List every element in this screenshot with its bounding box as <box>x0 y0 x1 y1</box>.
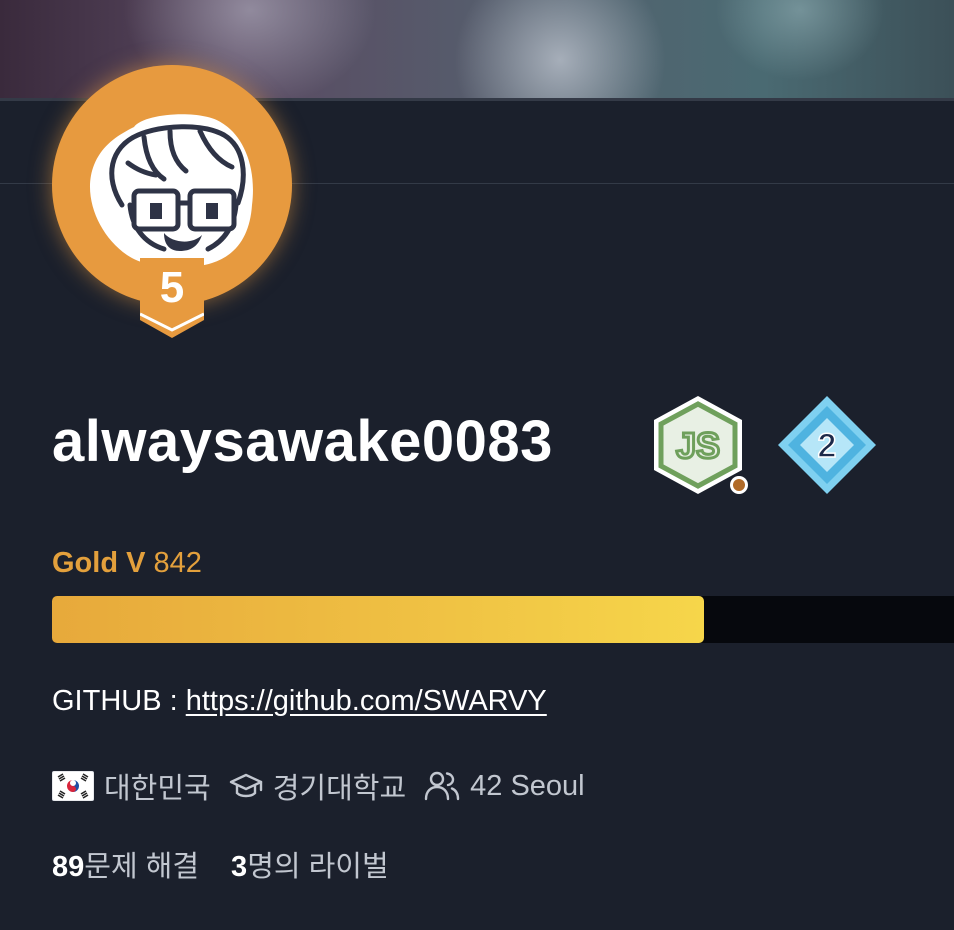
bio-line: GITHUB : https://github.com/SWARVY <box>52 682 547 720</box>
users-group-icon <box>424 771 460 801</box>
class-badge-icon[interactable]: 2 <box>776 394 878 496</box>
rating-value: 842 <box>153 547 202 579</box>
organization-label: 42 Seoul <box>470 769 585 802</box>
tier-level-number: 5 <box>159 263 185 312</box>
korea-flag-icon <box>52 771 94 801</box>
solved-label: 문제 해결 <box>84 851 200 883</box>
organization-item[interactable]: 42 Seoul <box>424 770 585 803</box>
rating-progress-bar <box>52 596 954 643</box>
solved-count: 89 <box>52 851 85 883</box>
school-item[interactable]: 경기대학교 <box>229 765 406 807</box>
rival-label: 명의 라이벌 <box>247 851 389 883</box>
profile-stats: 89문제 해결 3명의 라이벌 <box>52 848 421 886</box>
js-badge-label: JS <box>676 425 720 466</box>
profile-meta-row: 대한민국 경기대학교 42 Seoul <box>52 765 603 807</box>
rival-count: 3 <box>231 851 248 883</box>
rating-progress-fill <box>52 596 705 643</box>
rating-tier: Gold V <box>52 547 146 579</box>
class-badge-number: 2 <box>818 427 837 465</box>
username: alwaysawake0083 <box>52 409 553 474</box>
javascript-badge-icon[interactable]: JS <box>652 394 752 498</box>
profile-page: 5 alwaysawake0083 JS 2 Gold V 842 GITHUB… <box>0 0 954 930</box>
country-label: 대한민국 <box>104 773 211 805</box>
solved-stat[interactable]: 89문제 해결 <box>52 848 199 886</box>
school-label: 경기대학교 <box>272 773 407 805</box>
github-link[interactable]: https://github.com/SWARVY <box>186 685 547 717</box>
country-item[interactable]: 대한민국 <box>52 765 211 807</box>
github-label: GITHUB : <box>52 685 186 717</box>
graduation-cap-icon <box>229 773 262 798</box>
rating-line: Gold V 842 <box>52 545 202 581</box>
rival-stat[interactable]: 3명의 라이벌 <box>231 848 389 886</box>
